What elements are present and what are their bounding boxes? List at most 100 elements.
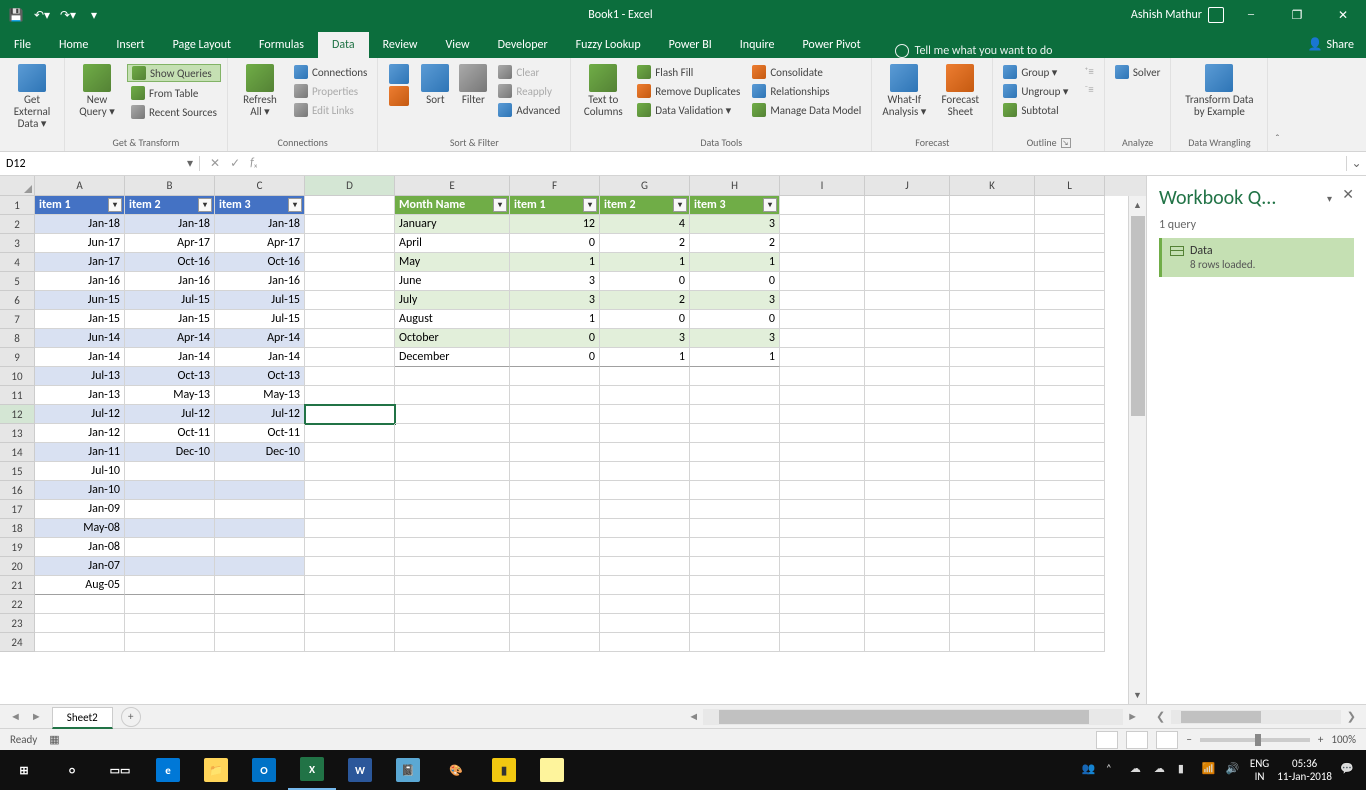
cell-G11[interactable]: [600, 386, 690, 405]
outline-dialog-launcher[interactable]: ↘: [1061, 138, 1071, 148]
col-header-I[interactable]: I: [780, 176, 865, 196]
cell-E13[interactable]: [395, 424, 510, 443]
cell-E4[interactable]: May: [395, 253, 510, 272]
tab-power-pivot[interactable]: Power Pivot: [788, 32, 874, 58]
cell-J22[interactable]: [865, 595, 950, 614]
cell-D10[interactable]: [305, 367, 395, 386]
cell-J20[interactable]: [865, 557, 950, 576]
cell-K20[interactable]: [950, 557, 1035, 576]
cell-L9[interactable]: [1035, 348, 1105, 367]
qat-customize-icon[interactable]: ▾: [86, 7, 102, 23]
language-indicator[interactable]: ENGIN: [1250, 757, 1269, 783]
ungroup-button[interactable]: Ungroup ▾: [999, 83, 1072, 99]
cell-F20[interactable]: [510, 557, 600, 576]
cell-L10[interactable]: [1035, 367, 1105, 386]
cell-B22[interactable]: [125, 595, 215, 614]
cell-I19[interactable]: [780, 538, 865, 557]
row-header-1[interactable]: 1: [0, 196, 35, 215]
clock[interactable]: 05:3611-Jan-2018: [1277, 757, 1332, 783]
cell-C9[interactable]: Jan-14: [215, 348, 305, 367]
cell-J2[interactable]: [865, 215, 950, 234]
tab-formulas[interactable]: Formulas: [245, 32, 318, 58]
cell-K16[interactable]: [950, 481, 1035, 500]
cell-F4[interactable]: 1: [510, 253, 600, 272]
cell-D15[interactable]: [305, 462, 395, 481]
manage-data-model-button[interactable]: Manage Data Model: [748, 102, 865, 118]
cell-K11[interactable]: [950, 386, 1035, 405]
cell-E23[interactable]: [395, 614, 510, 633]
cell-F22[interactable]: [510, 595, 600, 614]
cell-H6[interactable]: 3: [690, 291, 780, 310]
cell-F19[interactable]: [510, 538, 600, 557]
cell-I14[interactable]: [780, 443, 865, 462]
cell-L1[interactable]: [1035, 196, 1105, 215]
cell-C5[interactable]: Jan-16: [215, 272, 305, 291]
filter-dropdown-icon[interactable]: ▾: [673, 198, 687, 212]
page-break-view-button[interactable]: [1156, 731, 1178, 749]
col-header-F[interactable]: F: [510, 176, 600, 196]
cell-D19[interactable]: [305, 538, 395, 557]
col-header-E[interactable]: E: [395, 176, 510, 196]
outlook-app[interactable]: O: [240, 750, 288, 790]
cell-K6[interactable]: [950, 291, 1035, 310]
cell-G6[interactable]: 2: [600, 291, 690, 310]
pane-horizontal-scrollbar[interactable]: [1171, 710, 1341, 724]
cell-A19[interactable]: Jan-08: [35, 538, 125, 557]
get-external-data-button[interactable]: Get External Data ▾: [6, 62, 58, 132]
connections-button[interactable]: Connections: [290, 64, 371, 80]
cell-A2[interactable]: Jan-18: [35, 215, 125, 234]
cell-C6[interactable]: Jul-15: [215, 291, 305, 310]
tell-me-search[interactable]: Tell me what you want to do: [875, 44, 1296, 58]
cell-H8[interactable]: 3: [690, 329, 780, 348]
advanced-button[interactable]: Advanced: [494, 102, 564, 118]
macro-record-icon[interactable]: ▦: [49, 733, 59, 746]
cell-D8[interactable]: [305, 329, 395, 348]
undo-icon[interactable]: ↶▾: [34, 7, 50, 23]
cell-J11[interactable]: [865, 386, 950, 405]
cell-J9[interactable]: [865, 348, 950, 367]
sheet-nav-first-icon[interactable]: ◄: [6, 710, 25, 723]
cell-K5[interactable]: [950, 272, 1035, 291]
cell-I4[interactable]: [780, 253, 865, 272]
row-header-4[interactable]: 4: [0, 253, 35, 272]
cell-L19[interactable]: [1035, 538, 1105, 557]
cell-J8[interactable]: [865, 329, 950, 348]
cell-H24[interactable]: [690, 633, 780, 652]
cell-B1[interactable]: item 2▾: [125, 196, 215, 215]
cell-A14[interactable]: Jan-11: [35, 443, 125, 462]
show-detail-icon[interactable]: ⁺≡: [1080, 64, 1098, 79]
pane-hscroll-left-icon[interactable]: ❮: [1156, 710, 1165, 723]
cell-J16[interactable]: [865, 481, 950, 500]
powerbi-app[interactable]: ▮: [480, 750, 528, 790]
cell-F12[interactable]: [510, 405, 600, 424]
filter-dropdown-icon[interactable]: ▾: [493, 198, 507, 212]
cell-F6[interactable]: 3: [510, 291, 600, 310]
filter-dropdown-icon[interactable]: ▾: [583, 198, 597, 212]
cancel-formula-icon[interactable]: ✕: [210, 156, 220, 171]
relationships-button[interactable]: Relationships: [748, 83, 865, 99]
flash-fill-button[interactable]: Flash Fill: [633, 64, 744, 80]
cell-E17[interactable]: [395, 500, 510, 519]
cell-B4[interactable]: Oct-16: [125, 253, 215, 272]
horizontal-scrollbar[interactable]: [703, 709, 1123, 725]
cell-A13[interactable]: Jan-12: [35, 424, 125, 443]
cell-B2[interactable]: Jan-18: [125, 215, 215, 234]
tab-review[interactable]: Review: [369, 32, 432, 58]
tab-insert[interactable]: Insert: [102, 32, 158, 58]
cell-I7[interactable]: [780, 310, 865, 329]
row-header-24[interactable]: 24: [0, 633, 35, 652]
cell-K24[interactable]: [950, 633, 1035, 652]
cell-I11[interactable]: [780, 386, 865, 405]
cell-A11[interactable]: Jan-13: [35, 386, 125, 405]
cell-F2[interactable]: 12: [510, 215, 600, 234]
cell-C8[interactable]: Apr-14: [215, 329, 305, 348]
cell-J1[interactable]: [865, 196, 950, 215]
cell-G15[interactable]: [600, 462, 690, 481]
row-header-18[interactable]: 18: [0, 519, 35, 538]
row-header-19[interactable]: 19: [0, 538, 35, 557]
cell-C22[interactable]: [215, 595, 305, 614]
zoom-in-button[interactable]: +: [1318, 733, 1323, 746]
cell-J21[interactable]: [865, 576, 950, 595]
cell-B23[interactable]: [125, 614, 215, 633]
edit-links-button[interactable]: Edit Links: [290, 102, 371, 118]
